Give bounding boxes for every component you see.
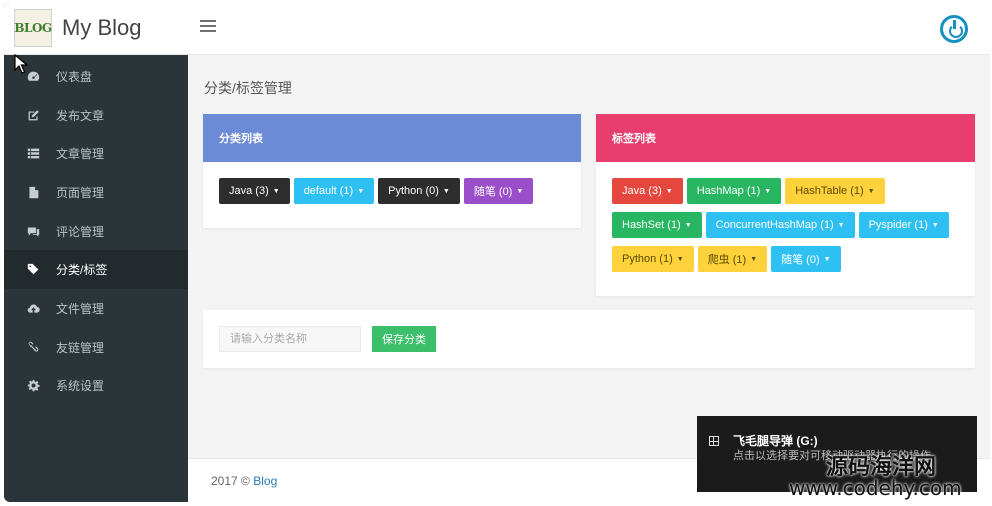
mouse-cursor-icon xyxy=(14,54,28,74)
caret-down-icon: ▼ xyxy=(823,255,831,263)
tag-label: Python (1) xyxy=(622,253,673,265)
sidebar-item-label: 文件管理 xyxy=(56,301,105,316)
tag-dropdown-hashset[interactable]: HashSet (1) ▼ xyxy=(612,212,702,238)
tag-label: 随笔 (0) xyxy=(781,254,820,266)
tag-dropdown-concurrenthashmap[interactable]: ConcurrentHashMap (1) ▼ xyxy=(705,212,855,238)
sidebar-item-publish-article[interactable]: 发布文章 xyxy=(4,96,188,135)
power-icon[interactable] xyxy=(940,15,968,43)
tag-dropdown-pyspider[interactable]: Pyspider (1) ▼ xyxy=(858,212,949,238)
footer-text: 2017 © Blog xyxy=(211,474,277,488)
tag-label: ConcurrentHashMap (1) xyxy=(715,219,834,231)
blog-logo: BLOG xyxy=(14,9,52,47)
tag-dropdown-crawler[interactable]: 爬虫 (1) ▼ xyxy=(697,246,768,272)
tag-dropdown-python[interactable]: Python (1) ▼ xyxy=(612,246,694,272)
sidebar-item-link-management[interactable]: 友链管理 xyxy=(4,328,188,367)
category-panel-title: 分类列表 xyxy=(203,114,581,162)
category-panel: 分类列表 Java (3) ▼ default (1) ▼ Python (0) ▼ … xyxy=(203,114,581,228)
copyright-text: 2017 © xyxy=(211,474,254,488)
caret-down-icon: ▼ xyxy=(357,187,365,195)
category-label: Python (0) xyxy=(388,185,439,197)
tag-panel: 标签列表 Java (3) ▼ HashMap (1) ▼ HashTable (1… xyxy=(596,114,975,296)
tag-dropdown-hashtable[interactable]: HashTable (1) ▼ xyxy=(785,178,885,204)
file-icon xyxy=(26,185,40,199)
sidebar: BLOG My Blog 仪表盘 发布文章 文章管理 页面管理 评论管理 分类/… xyxy=(4,2,188,502)
caret-down-icon: ▼ xyxy=(516,187,524,195)
top-bar xyxy=(188,2,990,55)
save-category-button[interactable]: 保存分类 xyxy=(372,326,436,352)
page-title: 分类/标签管理 xyxy=(204,80,292,96)
gear-icon xyxy=(26,379,40,393)
link-icon xyxy=(26,340,40,354)
list-icon xyxy=(26,147,40,161)
sidebar-nav: 仪表盘 发布文章 文章管理 页面管理 评论管理 分类/标签 文件管理 友链管理 xyxy=(4,57,188,405)
caret-down-icon: ▼ xyxy=(867,187,875,195)
comments-icon xyxy=(26,224,40,238)
category-label: Java (3) xyxy=(229,185,269,197)
category-label: 随笔 (0) xyxy=(473,186,513,198)
hamburger-icon[interactable] xyxy=(200,20,216,36)
sidebar-item-label: 发布文章 xyxy=(56,108,105,123)
category-label: default (1) xyxy=(303,185,354,197)
sidebar-item-comment-management[interactable]: 评论管理 xyxy=(4,212,188,251)
sidebar-item-label: 评论管理 xyxy=(56,224,105,239)
brand[interactable]: BLOG My Blog xyxy=(4,2,188,55)
tag-label: HashMap (1) xyxy=(696,185,761,197)
category-dropdown-java[interactable]: Java (3) ▼ xyxy=(219,178,290,204)
category-name-input[interactable] xyxy=(219,326,361,352)
sidebar-item-category-tags[interactable]: 分类/标签 xyxy=(4,250,188,290)
brand-name: My Blog xyxy=(62,15,142,40)
caret-down-icon: ▼ xyxy=(665,187,673,195)
edit-icon xyxy=(26,108,40,122)
caret-down-icon: ▼ xyxy=(750,255,758,263)
caret-down-icon: ▼ xyxy=(931,221,939,229)
category-dropdown-essay[interactable]: 随笔 (0) ▼ xyxy=(463,178,534,204)
tag-dropdown-essay[interactable]: 随笔 (0) ▼ xyxy=(771,246,841,272)
caret-down-icon: ▼ xyxy=(272,187,280,195)
tag-label: HashSet (1) xyxy=(622,219,681,231)
notification-title: 飞毛腿导弹 (G:) xyxy=(733,434,818,448)
sidebar-item-dashboard[interactable]: 仪表盘 xyxy=(4,57,188,96)
watermark-url: www.codehy.com xyxy=(789,476,962,500)
logo-text: BLOG xyxy=(14,21,52,35)
category-dropdown-python[interactable]: Python (0) ▼ xyxy=(378,178,460,204)
tag-label: Pyspider (1) xyxy=(868,219,928,231)
sidebar-item-file-management[interactable]: 文件管理 xyxy=(4,289,188,328)
cloud-upload-icon xyxy=(26,301,40,315)
caret-down-icon: ▼ xyxy=(684,221,692,229)
sidebar-item-label: 页面管理 xyxy=(56,185,105,200)
tag-label: 爬虫 (1) xyxy=(707,254,747,266)
tag-dropdown-java[interactable]: Java (3) ▼ xyxy=(612,178,683,204)
caret-down-icon: ▼ xyxy=(442,187,450,195)
sidebar-item-system-settings[interactable]: 系统设置 xyxy=(4,367,188,406)
add-category-form: 保存分类 xyxy=(203,310,975,368)
sidebar-item-label: 系统设置 xyxy=(56,379,105,394)
tag-panel-title: 标签列表 xyxy=(596,114,975,162)
tag-label: HashTable (1) xyxy=(795,185,864,197)
sidebar-item-page-management[interactable]: 页面管理 xyxy=(4,173,188,212)
caret-down-icon: ▼ xyxy=(764,187,772,195)
caret-down-icon: ▼ xyxy=(837,221,845,229)
main-content: 分类/标签管理 分类列表 Java (3) ▼ default (1) ▼ Pyth… xyxy=(188,55,990,458)
category-list: Java (3) ▼ default (1) ▼ Python (0) ▼ 随笔 (0… xyxy=(203,162,581,212)
sidebar-item-label: 仪表盘 xyxy=(56,69,93,84)
tag-label: Java (3) xyxy=(622,185,662,197)
dashboard-icon xyxy=(26,69,40,83)
sidebar-item-article-management[interactable]: 文章管理 xyxy=(4,134,188,173)
sidebar-item-label: 友链管理 xyxy=(56,340,105,355)
usb-drive-icon xyxy=(709,436,719,446)
sidebar-item-label: 文章管理 xyxy=(56,147,105,162)
footer-blog-link[interactable]: Blog xyxy=(253,474,277,488)
sidebar-item-label: 分类/标签 xyxy=(56,263,108,278)
tag-list: Java (3) ▼ HashMap (1) ▼ HashTable (1) ▼ Ha… xyxy=(596,162,975,280)
category-dropdown-default[interactable]: default (1) ▼ xyxy=(293,178,375,204)
tag-dropdown-hashmap[interactable]: HashMap (1) ▼ xyxy=(686,178,782,204)
caret-down-icon: ▼ xyxy=(676,255,684,263)
tags-icon xyxy=(26,263,40,277)
